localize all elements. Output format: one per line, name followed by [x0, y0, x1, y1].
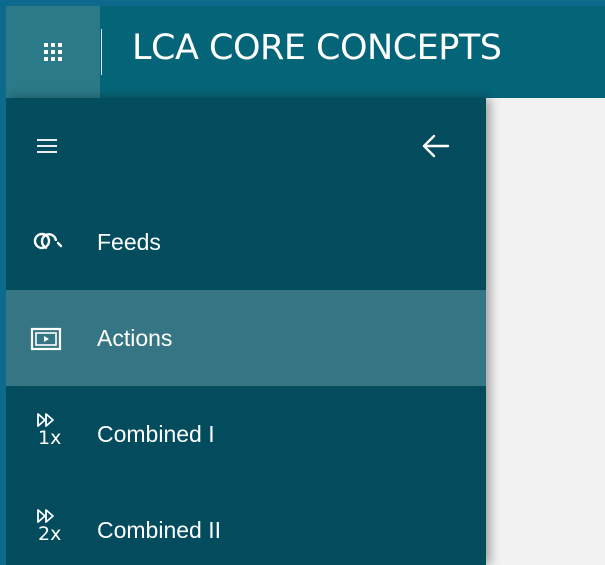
app-window: LCA CORE CONCEPTS Feeds Actions 1x Combi…: [6, 6, 605, 565]
feeds-link-icon: [30, 226, 64, 260]
sidebar-item-feeds[interactable]: Feeds: [6, 194, 486, 290]
sidebar-item-combined-2[interactable]: 2x Combined II: [6, 482, 486, 565]
top-bar: LCA CORE CONCEPTS: [6, 6, 605, 98]
hamburger-menu-icon[interactable]: [37, 139, 57, 153]
sidebar-item-combined-1[interactable]: 1x Combined I: [6, 386, 486, 482]
fast-forward-2x-icon: 2x: [36, 508, 66, 552]
waffle-icon: [44, 43, 62, 61]
header-divider: [101, 29, 102, 75]
sidebar-item-label: Combined II: [97, 517, 222, 543]
app-launcher-button[interactable]: [6, 6, 100, 98]
sidebar-header: [6, 98, 486, 194]
actions-play-icon: [30, 322, 64, 356]
sidebar-nav: Feeds Actions 1x Combined I 2x Combined …: [6, 98, 486, 565]
main-content-area: [486, 98, 605, 565]
speed-multiplier: 2x: [38, 523, 62, 545]
back-arrow-icon[interactable]: [418, 128, 454, 164]
sidebar-item-label: Feeds: [97, 229, 161, 255]
speed-multiplier: 1x: [38, 427, 62, 449]
sidebar-item-actions[interactable]: Actions: [6, 290, 486, 386]
sidebar-item-label: Combined I: [97, 421, 215, 447]
sidebar-item-label: Actions: [97, 325, 173, 351]
fast-forward-1x-icon: 1x: [36, 412, 66, 456]
app-title: LCA CORE CONCEPTS: [132, 28, 502, 68]
